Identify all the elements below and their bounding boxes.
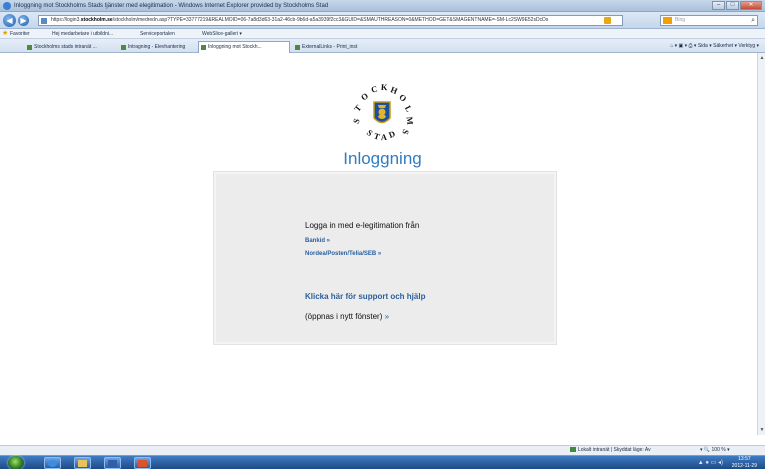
lock-icon[interactable]	[604, 17, 611, 24]
note-arrow-link[interactable]: »	[385, 312, 389, 321]
command-menus[interactable]: Sida ▾ Säkerhet ▾ Verktyg ▾	[698, 43, 759, 49]
tab-label: ExternalLinks - Print_inst	[302, 44, 358, 50]
url-field[interactable]: https://login3.stockholm.se/stockholm/me…	[38, 15, 623, 26]
title-bar: Inloggning mot Stockholms Stads tjänster…	[0, 0, 765, 12]
clock-time: 13:57	[738, 456, 751, 462]
tab-label: Inloggning mot Stockh...	[208, 44, 262, 50]
taskbar: ▲ ● ▭ ◂) 13:57 2012-11-29	[0, 455, 765, 469]
page-icon	[41, 18, 47, 24]
ie-icon	[3, 2, 11, 10]
svg-text:K: K	[381, 82, 389, 92]
maximize-button[interactable]: □	[726, 1, 739, 10]
back-button[interactable]: ◀	[3, 14, 16, 27]
print-icon[interactable]: ⎙ ▾	[689, 43, 698, 49]
forward-button[interactable]: ▶	[18, 15, 29, 26]
favorites-star-icon: ★	[2, 30, 9, 37]
support-link[interactable]: Klicka här för support och hjälp	[305, 292, 425, 301]
tab-label: Intragning - Elevhantering	[128, 44, 186, 50]
taskbar-ie-button[interactable]	[44, 457, 61, 469]
tab-intranet[interactable]: Stockholms stads intranät ...	[24, 41, 116, 53]
bankid-link[interactable]: Bankid »	[305, 238, 330, 244]
address-bar: ◀ ▶ https://login3.stockholm.se/stockhol…	[0, 12, 765, 29]
search-icon[interactable]: ⌕	[751, 16, 755, 25]
security-zone[interactable]: Lokalt intranät | Skyddat läge: Av	[570, 446, 651, 455]
system-tray[interactable]: ▲ ● ▭ ◂)	[698, 459, 723, 466]
new-window-note: (öppnas i nytt fönster) »	[305, 312, 389, 321]
command-bar[interactable]: ⌂ ▾ ▣ ▾ ⎙ ▾ Sida ▾ Säkerhet ▾ Verktyg ▾	[670, 41, 759, 52]
window-controls: – □ ✕	[711, 1, 762, 10]
stockholm-logo: S T O C K H O L M S S T A D	[351, 82, 413, 142]
tab-elevhantering[interactable]: Intragning - Elevhantering	[118, 41, 196, 53]
close-button[interactable]: ✕	[740, 1, 762, 10]
search-input[interactable]: Bing ⌕	[660, 15, 758, 26]
scroll-down-icon[interactable]: ▼	[759, 427, 765, 433]
tab-label: Stockholms stads intranät ...	[34, 44, 97, 50]
tab-favicon-icon	[201, 45, 206, 50]
tab-inloggning[interactable]: Inloggning mot Stockh...	[198, 41, 290, 53]
vertical-scrollbar[interactable]: ▲ ▼	[757, 53, 765, 435]
minimize-button[interactable]: –	[712, 1, 725, 10]
browser-window: Inloggning mot Stockholms Stads tjänster…	[0, 0, 765, 469]
clock-date: 2012-11-29	[731, 463, 757, 469]
login-intro: Logga in med e-legitimation från	[305, 221, 420, 230]
scroll-up-icon[interactable]: ▲	[759, 55, 765, 61]
tab-externallinks[interactable]: ExternalLinks - Print_inst	[292, 41, 374, 53]
svg-text:S: S	[400, 128, 411, 136]
tab-favicon-icon	[27, 45, 32, 50]
tab-favicon-icon	[121, 45, 126, 50]
taskbar-clock[interactable]: 13:57 2012-11-29	[732, 456, 757, 469]
url-prefix: https://login3.	[51, 17, 81, 23]
favorite-link-3[interactable]: WebSlice-galleri ▾	[202, 29, 242, 39]
zone-label: Lokalt intranät | Skyddat läge: Av	[578, 447, 651, 453]
favorites-bar: ★ Favoriter Hej medarbetare i utbildni..…	[0, 29, 765, 39]
home-icon[interactable]: ⌂ ▾	[670, 43, 678, 49]
note-text: (öppnas i nytt fönster)	[305, 312, 383, 321]
taskbar-explorer-button[interactable]	[74, 457, 91, 469]
feeds-icon[interactable]: ▣ ▾	[679, 43, 689, 49]
taskbar-media-button[interactable]	[104, 457, 121, 469]
bing-icon	[663, 17, 672, 24]
tab-favicon-icon	[295, 45, 300, 50]
favorite-link-1[interactable]: Hej medarbetare i utbildni...	[52, 29, 113, 39]
nordea-posten-telia-seb-link[interactable]: Nordea/Posten/Telia/SEB »	[305, 251, 381, 257]
tab-bar: Stockholms stads intranät ... Intragning…	[0, 39, 765, 53]
url-domain: stockholm.se	[80, 17, 113, 23]
page-title: Inloggning	[343, 149, 422, 168]
zoom-level: 100 %	[711, 447, 726, 453]
intranet-zone-icon	[570, 447, 576, 453]
favorite-link-2[interactable]: Serviceportalen	[140, 29, 175, 39]
window-title: Inloggning mot Stockholms Stads tjänster…	[14, 3, 329, 9]
url-path: /stockholm/medredn.asp?TYPE=33777219&REA…	[112, 17, 549, 23]
svg-text:M: M	[405, 116, 413, 125]
search-placeholder: Bing	[675, 17, 686, 23]
zoom-control[interactable]: ▾ 🔍 100 % ▾	[700, 446, 730, 455]
status-bar: Lokalt intranät | Skyddat läge: Av ▾ 🔍 1…	[0, 445, 765, 455]
taskbar-powerpoint-button[interactable]	[134, 457, 151, 469]
start-button[interactable]	[8, 456, 24, 469]
favorites-button[interactable]: Favoriter	[10, 29, 30, 39]
